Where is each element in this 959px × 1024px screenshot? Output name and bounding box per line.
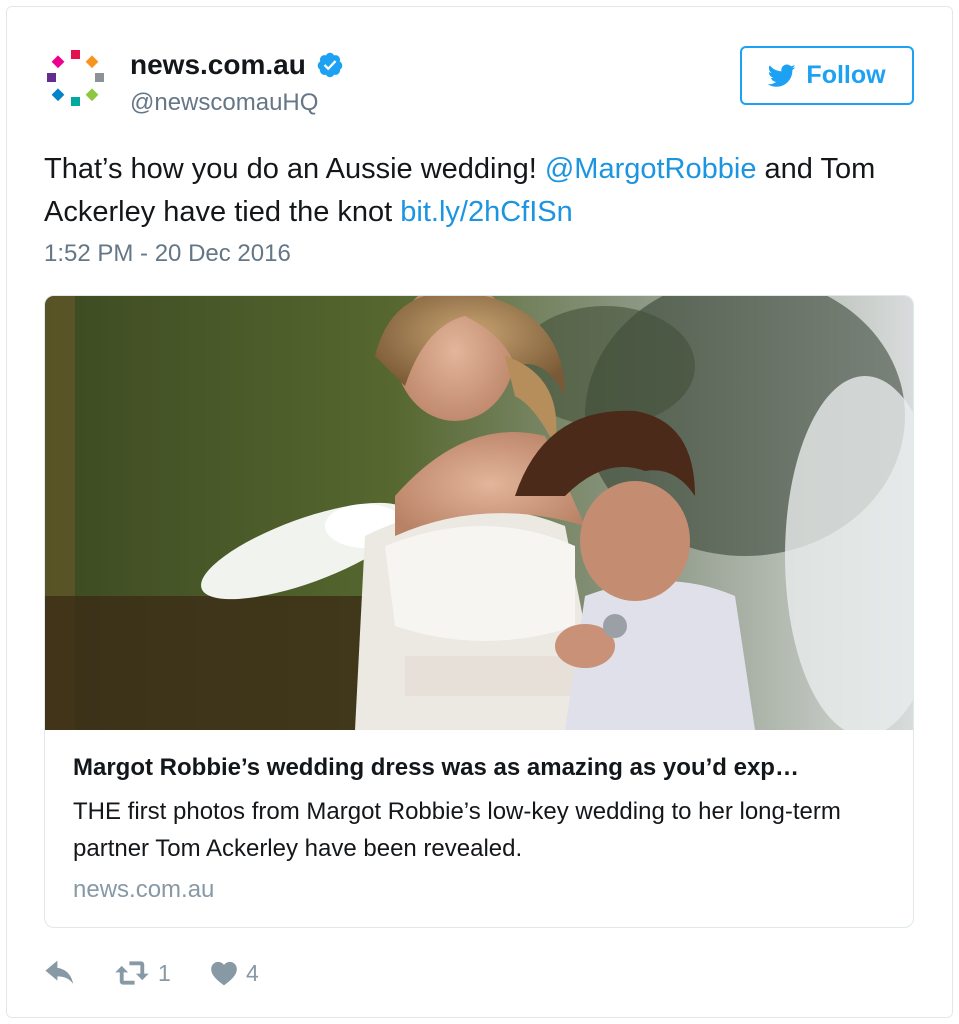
news-logo-icon[interactable]: [44, 46, 110, 112]
reply-icon: [45, 960, 74, 985]
account-name[interactable]: news.com.au: [130, 49, 306, 81]
account-handle[interactable]: @newscomauHQ: [130, 89, 318, 117]
heart-icon: [211, 961, 237, 986]
like-button[interactable]: 4: [210, 960, 259, 987]
short-link[interactable]: bit.ly/2hCfISn: [400, 196, 572, 228]
action-bar: 1 4: [44, 955, 259, 991]
card-domain: news.com.au: [73, 876, 215, 903]
link-card[interactable]: Margot Robbie’s wedding dress was as ama…: [44, 295, 914, 928]
card-description: THE first photos from Margot Robbie’s lo…: [73, 798, 841, 862]
retweet-count: 1: [158, 959, 171, 986]
retweet-button[interactable]: 1: [114, 960, 210, 987]
twitter-bird-icon: [768, 63, 796, 87]
tweet-timestamp[interactable]: 1:52 PM - 20 Dec 2016: [44, 240, 291, 268]
tweet-text-part1: That’s how you do an Aussie wedding!: [44, 153, 545, 185]
verified-badge-icon: [317, 52, 343, 78]
card-image[interactable]: [45, 296, 914, 730]
account-name-row[interactable]: news.com.au: [130, 49, 344, 81]
follow-label: Follow: [806, 61, 886, 89]
card-title[interactable]: Margot Robbie’s wedding dress was as ama…: [73, 754, 893, 782]
mention-link[interactable]: @MargotRobbie: [545, 153, 757, 185]
follow-button[interactable]: Follow: [740, 46, 914, 105]
reply-button[interactable]: [44, 960, 114, 986]
like-count: 4: [246, 959, 259, 986]
tweet-text: That’s how you do an Aussie wedding! @Ma…: [44, 148, 904, 234]
retweet-icon: [115, 961, 149, 985]
